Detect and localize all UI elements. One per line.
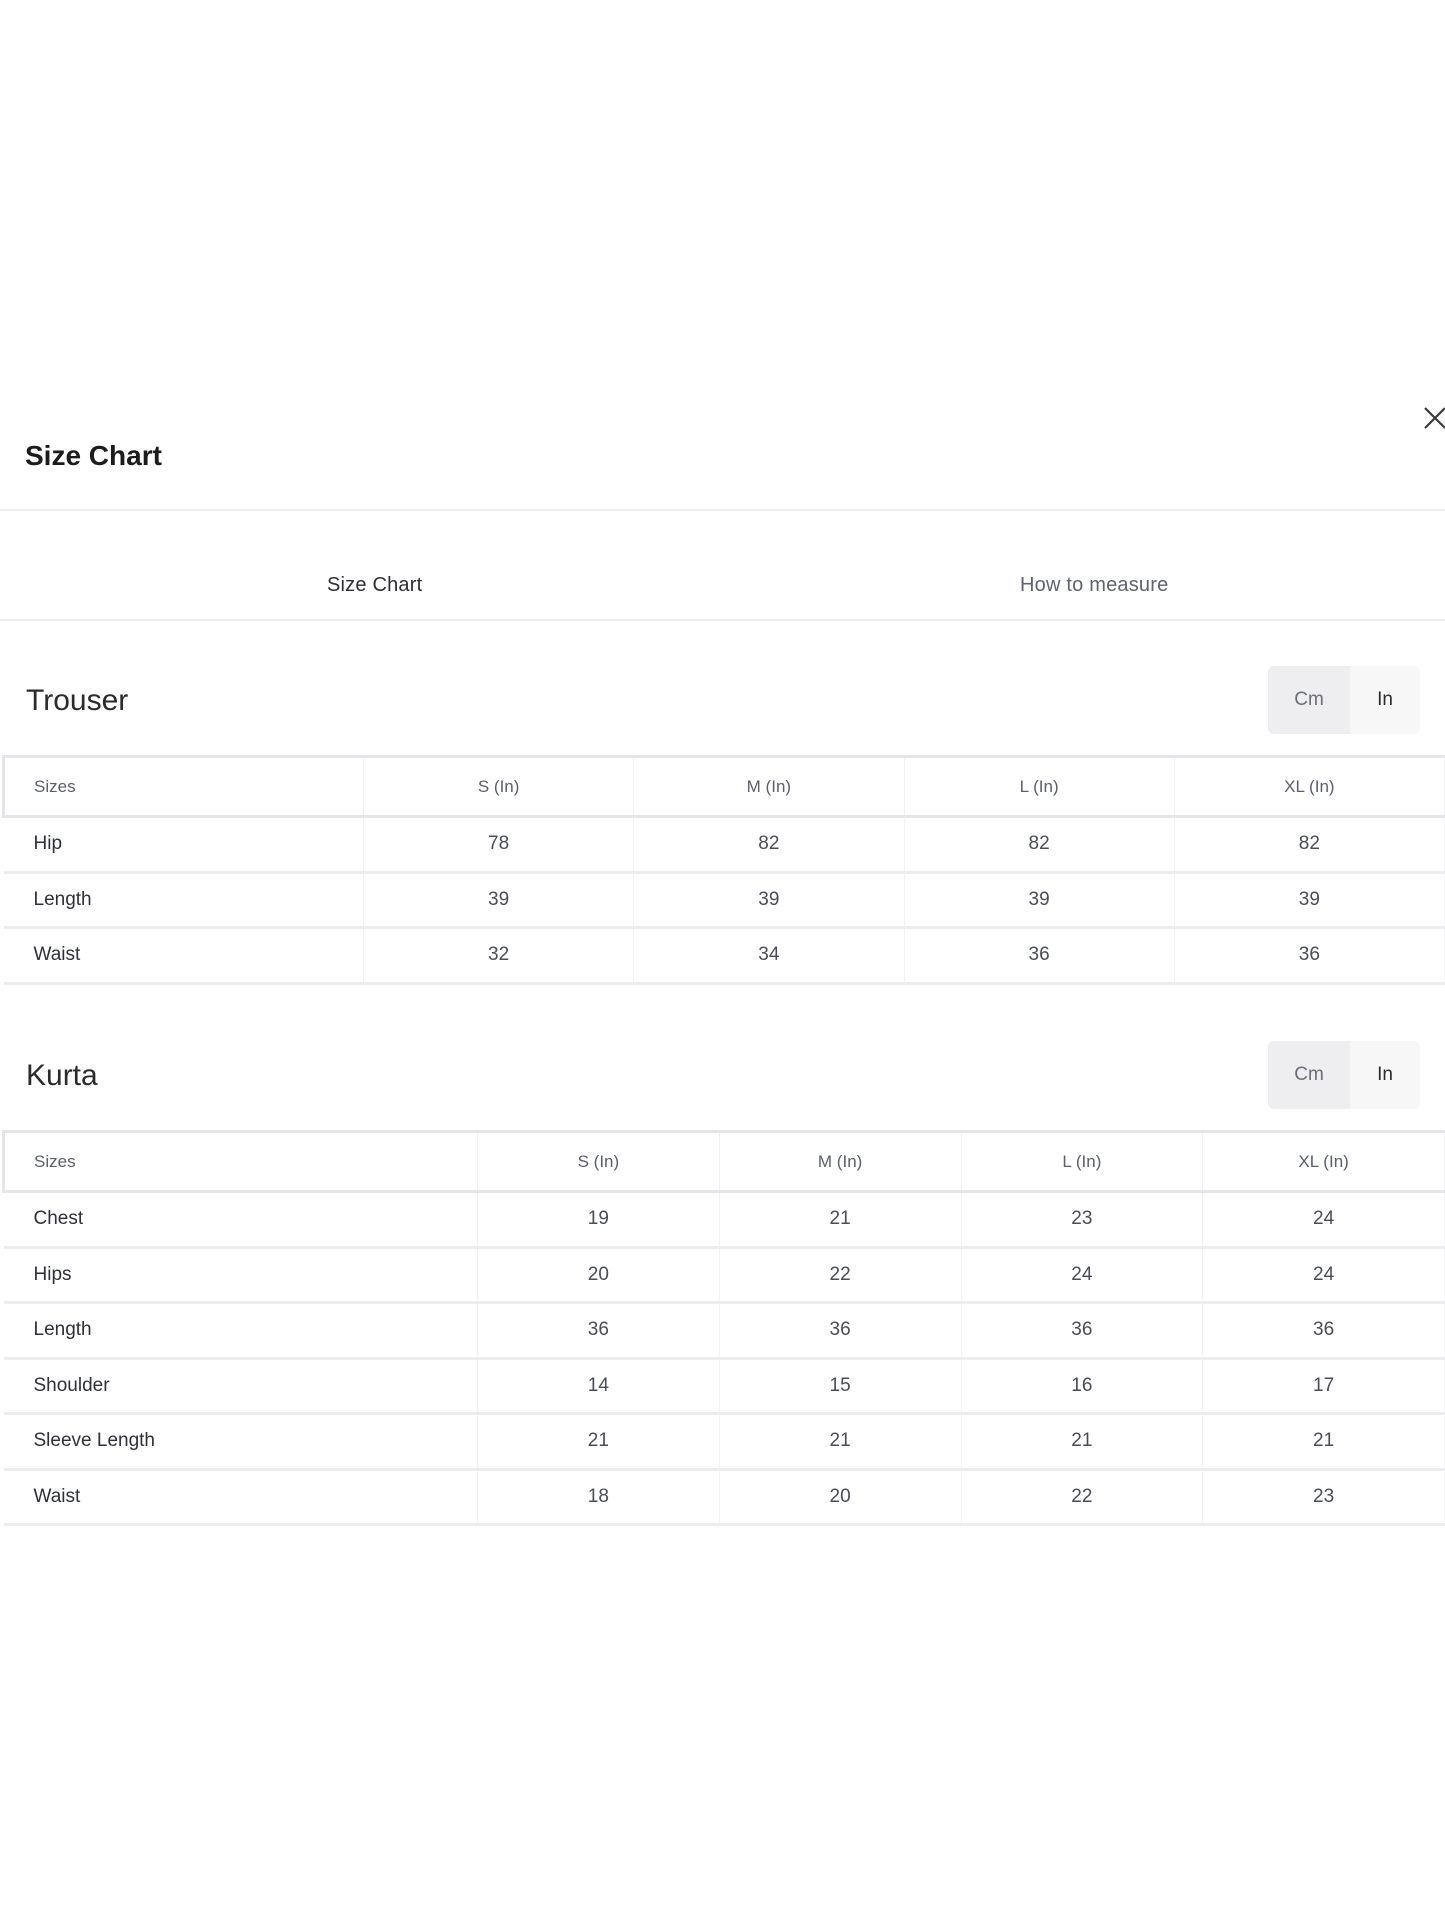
- header-cell: S (In): [363, 755, 635, 818]
- header-cell: M (In): [719, 1130, 962, 1193]
- table-cell: 36: [719, 1302, 962, 1360]
- table-cell: 36: [477, 1302, 720, 1360]
- row-label: Length: [3, 872, 364, 929]
- header-cell: XL (In): [1202, 1130, 1445, 1193]
- table-cell: 21: [719, 1413, 962, 1471]
- table-cell: 18: [477, 1469, 720, 1526]
- size-chart-page: Size Chart Size Chart How to measure Tro…: [0, 0, 1445, 1927]
- table-cell: 15: [719, 1358, 962, 1415]
- table-cell: 36: [1174, 927, 1445, 985]
- table-cell: 23: [961, 1191, 1204, 1249]
- table-cell: 82: [1174, 816, 1445, 874]
- row-label: Hip: [3, 816, 364, 874]
- table-cell: 82: [633, 816, 905, 874]
- table-cell: 16: [961, 1358, 1204, 1415]
- table-row: Chest 19 21 23 24: [3, 1191, 1445, 1249]
- trouser-unit-toggle: Cm In: [1268, 666, 1420, 734]
- table-cell: 20: [477, 1247, 720, 1304]
- row-label: Hips: [3, 1247, 478, 1304]
- table-row: Shoulder 14 15 16 17: [3, 1358, 1445, 1415]
- table-cell: 24: [1202, 1247, 1445, 1304]
- header-cell: Sizes: [2, 1130, 478, 1193]
- close-icon: [1424, 407, 1445, 429]
- table-row: Hip 78 82 82 82: [3, 816, 1445, 874]
- table-row: Length 36 36 36 36: [3, 1302, 1445, 1360]
- table-row: Waist 32 34 36 36: [3, 927, 1445, 985]
- tab-how-to-measure[interactable]: How to measure: [1020, 574, 1168, 597]
- table-row: Length 39 39 39 39: [3, 872, 1445, 929]
- header-cell: L (In): [961, 1130, 1204, 1193]
- modal-title: Size Chart: [25, 440, 162, 471]
- row-label: Waist: [3, 1469, 478, 1526]
- kurta-section-title: Kurta: [26, 1059, 98, 1092]
- table-cell: 14: [477, 1358, 720, 1415]
- table-cell: 22: [719, 1247, 962, 1304]
- table-cell: 22: [961, 1469, 1204, 1526]
- table-cell: 21: [1202, 1413, 1445, 1471]
- table-cell: 21: [719, 1191, 962, 1249]
- header-cell: XL (In): [1174, 755, 1445, 818]
- table-row: Hips 20 22 24 24: [3, 1247, 1445, 1304]
- table-cell: 21: [477, 1413, 720, 1471]
- table-cell: 82: [904, 816, 1175, 874]
- header-cell: Sizes: [2, 755, 364, 818]
- table-header-row: Sizes S (In) M (In) L (In) XL (In): [2, 755, 1445, 818]
- tab-size-chart[interactable]: Size Chart: [327, 574, 422, 597]
- table-cell: 17: [1202, 1358, 1445, 1415]
- table-cell: 78: [363, 816, 635, 874]
- kurta-unit-in-button[interactable]: In: [1350, 1041, 1420, 1109]
- table-cell: 36: [1202, 1302, 1445, 1360]
- table-cell: 34: [633, 927, 905, 985]
- table-cell: 24: [961, 1247, 1204, 1304]
- table-cell: 24: [1202, 1191, 1445, 1249]
- kurta-unit-cm-button[interactable]: Cm: [1268, 1041, 1350, 1109]
- table-cell: 39: [904, 872, 1175, 929]
- tabs-divider: [0, 619, 1445, 621]
- header-cell: L (In): [904, 755, 1175, 818]
- table-cell: 19: [477, 1191, 720, 1249]
- kurta-size-table: Sizes S (In) M (In) L (In) XL (In) Chest…: [2, 1130, 1445, 1526]
- table-cell: 36: [961, 1302, 1204, 1360]
- row-label: Waist: [3, 927, 364, 985]
- table-cell: 23: [1202, 1469, 1445, 1526]
- table-header-row: Sizes S (In) M (In) L (In) XL (In): [2, 1130, 1445, 1193]
- trouser-unit-in-button[interactable]: In: [1350, 666, 1420, 734]
- table-cell: 39: [363, 872, 635, 929]
- table-cell: 20: [719, 1469, 962, 1526]
- table-row: Sleeve Length 21 21 21 21: [3, 1413, 1445, 1471]
- trouser-section-title: Trouser: [26, 684, 129, 717]
- header-divider: [0, 509, 1445, 511]
- table-row: Waist 18 20 22 23: [3, 1469, 1445, 1526]
- row-label: Sleeve Length: [3, 1413, 478, 1471]
- table-cell: 39: [633, 872, 905, 929]
- row-label: Chest: [3, 1191, 478, 1249]
- table-cell: 36: [904, 927, 1175, 985]
- row-label: Length: [3, 1302, 478, 1360]
- trouser-size-table: Sizes S (In) M (In) L (In) XL (In) Hip 7…: [2, 755, 1445, 985]
- trouser-unit-cm-button[interactable]: Cm: [1268, 666, 1350, 734]
- header-cell: M (In): [633, 755, 905, 818]
- header-cell: S (In): [477, 1130, 720, 1193]
- table-cell: 21: [961, 1413, 1204, 1471]
- kurta-unit-toggle: Cm In: [1268, 1041, 1420, 1109]
- table-cell: 32: [363, 927, 635, 985]
- row-label: Shoulder: [3, 1358, 478, 1415]
- close-button[interactable]: [1421, 404, 1445, 434]
- table-cell: 39: [1174, 872, 1445, 929]
